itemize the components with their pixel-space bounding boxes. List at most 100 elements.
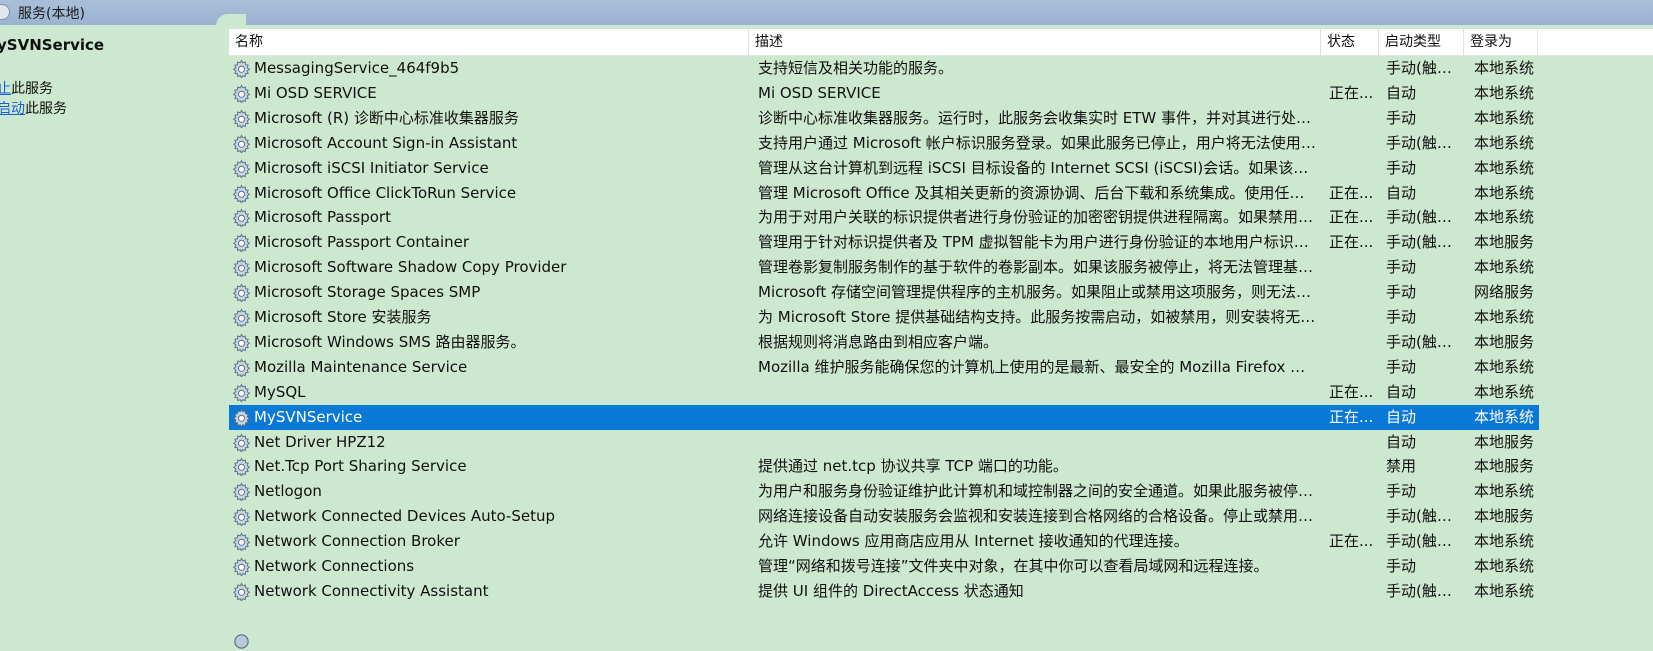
table-row[interactable]: Microsoft Passport 为用于对用户关联的标识提供者进行身份验证的加… xyxy=(229,205,1539,230)
table-row[interactable]: Microsoft iSCSI Initiator Service 管理从这台计算… xyxy=(229,156,1539,181)
service-description: 提供通过 net.tcp 协议共享 TCP 端口的功能。 xyxy=(758,457,1068,476)
gear-icon xyxy=(232,407,251,428)
service-startup-type: 手动(触发... xyxy=(1386,581,1466,600)
service-logon-as: 本地系统 xyxy=(1474,59,1535,77)
service-status xyxy=(1329,554,1377,579)
gear-icon xyxy=(232,333,251,353)
service-status: 正在... xyxy=(1329,407,1374,426)
service-status xyxy=(1329,131,1377,156)
service-status xyxy=(1329,579,1377,604)
gear-icon xyxy=(232,432,251,453)
service-status xyxy=(1329,355,1377,380)
table-row[interactable]: Netlogon 为用户和服务身份验证维护此计算机和域控制器之间的安全通道。如果此… xyxy=(229,479,1539,504)
service-startup-type: 手动 xyxy=(1386,482,1417,501)
service-logon-as: 本地系统 xyxy=(1474,183,1535,202)
service-startup-type: 手动 xyxy=(1386,158,1417,177)
service-name: MySQL xyxy=(254,382,306,401)
table-row[interactable]: Network Connections 管理“网络和拨号连接”文件夹中对象，在其中… xyxy=(229,554,1539,579)
sort-ascending-icon: ˆ xyxy=(484,25,489,34)
service-logon-as: 本地系统 xyxy=(1474,532,1535,551)
gear-icon xyxy=(232,283,251,304)
gear-icon xyxy=(232,84,251,104)
gear-icon xyxy=(232,383,251,403)
table-row[interactable]: Microsoft Passport Container 管理用于针对标识提供者及… xyxy=(229,230,1539,255)
service-name: Network Connected Devices Auto-Setup xyxy=(254,507,555,526)
table-row[interactable]: Mi OSD SERVICE Mi OSD SERVICE 正在... 自动 本地系统 xyxy=(229,81,1539,106)
service-description: Mi OSD SERVICE xyxy=(758,83,881,102)
service-description: 管理 Microsoft Office 及其相关更新的资源协调、后台下载和系统集… xyxy=(758,183,1318,202)
service-description xyxy=(758,380,1318,405)
service-name: Mozilla Maintenance Service xyxy=(254,357,468,376)
service-startup-type: 手动(触发... xyxy=(1386,59,1466,77)
restart-service-action: 启动此服务 xyxy=(0,98,67,118)
table-row[interactable]: Microsoft Account Sign-in Assistant 支持用户通… xyxy=(229,131,1539,156)
gear-icon xyxy=(232,158,251,179)
restart-service-suffix: 此服务 xyxy=(25,101,67,117)
column-header-status[interactable]: 状态 xyxy=(1321,29,1379,55)
table-row[interactable]: Network Connection Broker 允许 Windows 应用商店… xyxy=(229,529,1539,554)
service-description: 提供 UI 组件的 DirectAccess 状态通知 xyxy=(758,581,1024,600)
service-status xyxy=(1329,504,1377,529)
table-row[interactable]: Microsoft Windows SMS 路由器服务。 根据规则将消息路由到相应… xyxy=(229,330,1539,355)
table-row[interactable]: MessagingService_464f9b5 支持短信及相关功能的服务。 手动(… xyxy=(229,56,1539,81)
gear-icon xyxy=(232,109,251,129)
column-header-row: 名称 ˆ 描述 状态 启动类型 登录为 xyxy=(229,25,1653,56)
service-description: 为用于对用户关联的标识提供者进行身份验证的加密密钥提供进程隔离。如果禁用了此..… xyxy=(758,208,1318,227)
service-status xyxy=(1329,255,1377,280)
gear-icon xyxy=(232,557,251,577)
gear-icon xyxy=(232,134,251,154)
service-logon-as: 本地系统 xyxy=(1474,158,1535,177)
column-header-filler xyxy=(1538,29,1653,55)
service-name: Microsoft Windows SMS 路由器服务。 xyxy=(254,332,526,351)
service-logon-as: 本地系统 xyxy=(1474,581,1535,600)
service-description xyxy=(758,405,1318,430)
table-row[interactable]: Net Driver HPZ12 自动 本地服务 xyxy=(229,430,1539,455)
service-name: MySVNService xyxy=(254,407,363,426)
service-status xyxy=(1329,479,1377,504)
service-logon-as: 本地系统 xyxy=(1474,133,1535,152)
table-row[interactable]: Microsoft Store 安装服务 为 Microsoft Store 提供… xyxy=(229,305,1539,330)
table-row[interactable]: Network Connectivity Assistant 提供 UI 组件的 … xyxy=(229,579,1539,604)
gear-icon xyxy=(232,233,251,254)
service-status xyxy=(1329,280,1377,305)
restart-service-link[interactable]: 启动 xyxy=(0,101,25,117)
service-logon-as: 本地服务 xyxy=(1474,332,1535,351)
service-logon-as: 本地系统 xyxy=(1474,308,1535,326)
service-name: Net.Tcp Port Sharing Service xyxy=(254,457,467,476)
table-row[interactable]: Microsoft (R) 诊断中心标准收集器服务 诊断中心标准收集器服务。运行时… xyxy=(229,106,1539,131)
column-header-logon-as[interactable]: 登录为 xyxy=(1464,29,1538,55)
gear-icon xyxy=(232,308,251,328)
column-header-description[interactable]: 描述 xyxy=(749,29,1321,55)
table-row[interactable]: Network Connected Devices Auto-Setup 网络连接… xyxy=(229,504,1539,529)
service-status xyxy=(1329,305,1377,330)
service-description: 允许 Windows 应用商店应用从 Internet 接收通知的代理连接。 xyxy=(758,532,1189,551)
service-logon-as: 本地系统 xyxy=(1474,557,1535,575)
table-row[interactable]: Net.Tcp Port Sharing Service 提供通过 net.tcp… xyxy=(229,454,1539,479)
service-startup-type: 手动(触发... xyxy=(1386,532,1466,551)
service-name: Net Driver HPZ12 xyxy=(254,432,386,451)
table-row[interactable]: Microsoft Software Shadow Copy Provider 管… xyxy=(229,255,1539,280)
service-startup-type: 手动(触发... xyxy=(1386,507,1466,526)
service-startup-type: 手动 xyxy=(1386,258,1417,277)
stop-service-suffix: 此服务 xyxy=(11,81,53,97)
service-status xyxy=(1329,330,1377,355)
service-logon-as: 本地服务 xyxy=(1474,507,1535,526)
table-row[interactable]: Microsoft Storage Spaces SMP Microsoft 存储… xyxy=(229,280,1539,305)
service-startup-type: 自动 xyxy=(1386,183,1417,202)
service-startup-type: 手动 xyxy=(1386,108,1417,127)
table-row[interactable]: MySQL 正在... 自动 本地系统 xyxy=(229,380,1539,405)
service-status: 正在... xyxy=(1329,208,1374,227)
stop-service-link[interactable]: 止 xyxy=(0,81,11,97)
services-icon xyxy=(0,4,10,20)
service-startup-type: 手动 xyxy=(1386,557,1417,575)
table-row[interactable]: MySVNService 正在... 自动 本地系统 xyxy=(229,404,1539,430)
table-row[interactable]: Microsoft Office ClickToRun Service 管理 Mi… xyxy=(229,181,1539,206)
service-description: 诊断中心标准收集器服务。运行时，此服务会收集实时 ETW 事件，并对其进行处理。 xyxy=(758,108,1318,127)
column-header-name[interactable]: 名称 xyxy=(229,29,749,55)
column-header-startup-type[interactable]: 启动类型 xyxy=(1379,29,1464,55)
service-logon-as: 本地系统 xyxy=(1474,357,1535,376)
gear-icon xyxy=(232,358,251,378)
service-startup-type: 自动 xyxy=(1386,407,1417,426)
table-row[interactable]: Mozilla Maintenance Service Mozilla 维护服务能… xyxy=(229,355,1539,380)
services-list[interactable]: 名称 ˆ 描述 状态 启动类型 登录为 MessagingService_464… xyxy=(229,25,1653,639)
